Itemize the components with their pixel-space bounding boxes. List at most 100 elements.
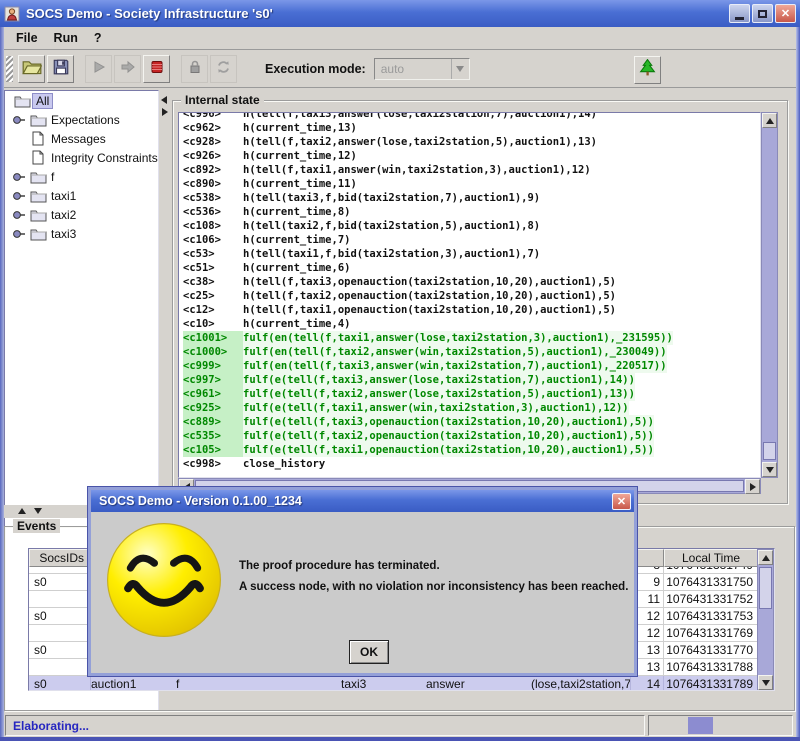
log-line-tag: <c12> [183, 303, 243, 317]
expand-up-icon[interactable] [18, 508, 26, 514]
log-line-text: fulf(en(tell(f,taxi3,answer(win,taxi2sta… [243, 359, 667, 373]
expand-knob-icon[interactable] [10, 209, 28, 221]
log-line: <c106>h(current_time,7) [183, 233, 760, 247]
tree-item-taxi1[interactable]: taxi1 [5, 186, 158, 205]
log-line-text: h(tell(f,taxi2,openauction(taxi2station,… [243, 289, 616, 303]
cell-socsid: s0 [29, 676, 91, 691]
tree-item-taxi2[interactable]: taxi2 [5, 205, 158, 224]
ok-button[interactable]: OK [349, 640, 389, 664]
cell-local-time: 1076431331769 [664, 625, 758, 642]
internal-state-log[interactable]: <c996>h(tell(f,taxi3,answer(lose,taxi2st… [178, 112, 761, 478]
cell-socsid [29, 591, 91, 608]
log-line-text: h(current_time,6) [243, 261, 350, 275]
tree-item-f[interactable]: f [5, 167, 158, 186]
tree-item-label: taxi3 [48, 227, 79, 241]
execution-mode-label: Execution mode: [265, 62, 366, 76]
dialog-close-button[interactable]: ✕ [612, 493, 631, 510]
window-border-bottom [0, 737, 800, 741]
log-line-text: fulf(e(tell(f,taxi1,openauction(taxi2sta… [243, 443, 654, 457]
log-line-tag: <c925> [183, 401, 243, 415]
execution-mode-combo[interactable]: auto [374, 58, 470, 80]
log-line: <c535>fulf(e(tell(f,taxi2,openauction(ta… [183, 429, 760, 443]
column-header-socsids[interactable]: SocsIDs [29, 549, 91, 567]
scroll-up-button[interactable] [762, 113, 777, 128]
log-line-text: h(current_time,13) [243, 121, 357, 135]
lock-button[interactable] [181, 55, 208, 83]
tree-item-taxi3[interactable]: taxi3 [5, 224, 158, 243]
expand-knob-icon[interactable] [10, 228, 28, 240]
dialog-title-bar[interactable]: SOCS Demo - Version 0.1.00_1234 ✕ [91, 490, 634, 512]
log-line-text: h(tell(f,taxi1,answer(win,taxi2station,3… [243, 163, 591, 177]
menu-bar: File Run ? [2, 27, 798, 50]
scroll-down-button[interactable] [758, 675, 773, 690]
open-button[interactable] [18, 55, 45, 83]
chevron-down-icon[interactable] [451, 59, 469, 79]
tree-item-integrity-constraints[interactable]: Integrity Constraints [5, 148, 158, 167]
collapse-down-icon[interactable] [34, 508, 42, 514]
toolbar-grip[interactable] [6, 56, 13, 82]
tree-item-label: Expectations [48, 113, 123, 127]
internal-state-title: Internal state [181, 93, 264, 107]
table-row[interactable]: s0auction1ftaxi3answer(lose,taxi2station… [29, 676, 758, 691]
save-button[interactable] [47, 55, 74, 83]
status-message-segment: Elaborating... [5, 715, 645, 736]
scroll-right-button[interactable] [745, 479, 760, 494]
cell-time: 14 [631, 676, 664, 691]
folder-icon [28, 227, 48, 241]
cell-socsid [29, 659, 91, 676]
maximize-button[interactable] [752, 4, 773, 23]
log-line-text: fulf(e(tell(f,taxi1,answer(win,taxi2stat… [243, 401, 629, 415]
window-title: SOCS Demo - Society Infrastructure 's0' [26, 6, 273, 21]
toolbar-buttons [18, 55, 239, 83]
internal-state-vertical-scrollbar[interactable] [761, 112, 778, 478]
close-button[interactable]: ✕ [775, 4, 796, 23]
window-border-left [0, 27, 4, 741]
scrollbar-thumb[interactable] [759, 567, 772, 609]
menu-help[interactable]: ? [86, 29, 110, 47]
log-line: <c928>h(tell(f,taxi2,answer(lose,taxi2st… [183, 135, 760, 149]
menu-run[interactable]: Run [46, 29, 86, 47]
stop-button[interactable] [143, 55, 170, 83]
expand-knob-icon[interactable] [10, 114, 28, 126]
minimize-button[interactable] [729, 4, 750, 23]
tree-item-messages[interactable]: Messages [5, 129, 158, 148]
scroll-up-button[interactable] [758, 550, 773, 565]
tree-button[interactable] [634, 56, 661, 84]
refresh-button[interactable] [210, 55, 237, 83]
tree-item-all[interactable]: All [5, 91, 158, 110]
log-line-text: h(tell(taxi1,f,bid(taxi2station,3),aucti… [243, 247, 540, 261]
events-vertical-scrollbar[interactable] [757, 549, 774, 691]
step-button[interactable] [114, 55, 141, 83]
log-line-tag: <c108> [183, 219, 243, 233]
execution-mode-value: auto [375, 62, 451, 76]
toolbar: Execution mode: auto [2, 51, 798, 88]
dialog-message-line1: The proof procedure has terminated. [239, 560, 628, 572]
status-text: Elaborating... [6, 719, 89, 733]
tree-item-label: Messages [48, 132, 109, 146]
log-line: <c890>h(current_time,11) [183, 177, 760, 191]
menu-file[interactable]: File [8, 29, 46, 47]
collapse-left-icon[interactable] [161, 96, 167, 104]
log-line-tag: <c53> [183, 247, 243, 261]
expand-knob-icon[interactable] [10, 190, 28, 202]
log-line-tag: <c997> [183, 373, 243, 387]
title-bar[interactable]: SOCS Demo - Society Infrastructure 's0' … [0, 0, 800, 27]
log-line: <c998>close_history [183, 457, 760, 471]
close-icon: ✕ [781, 7, 790, 20]
step-icon [120, 59, 136, 80]
tree-item-expectations[interactable]: Expectations [5, 110, 158, 129]
log-line-tag: <c538> [183, 191, 243, 205]
window-controls: ✕ [729, 4, 796, 23]
log-line: <c1000>fulf(en(tell(f,taxi2,answer(win,t… [183, 345, 760, 359]
log-line-tag: <c1000> [183, 345, 243, 359]
expand-right-icon[interactable] [162, 108, 168, 116]
scrollbar-thumb[interactable] [763, 442, 776, 460]
cell-local-time: 1076431331750 [664, 574, 758, 591]
log-line-text: h(tell(f,taxi2,answer(lose,taxi2station,… [243, 135, 597, 149]
log-line: <c999>fulf(en(tell(f,taxi3,answer(win,ta… [183, 359, 760, 373]
scroll-down-button[interactable] [762, 462, 777, 477]
expand-knob-icon[interactable] [10, 171, 28, 183]
play-button[interactable] [85, 55, 112, 83]
stop-icon [149, 59, 165, 80]
column-header-local-time[interactable]: Local Time [664, 549, 758, 567]
